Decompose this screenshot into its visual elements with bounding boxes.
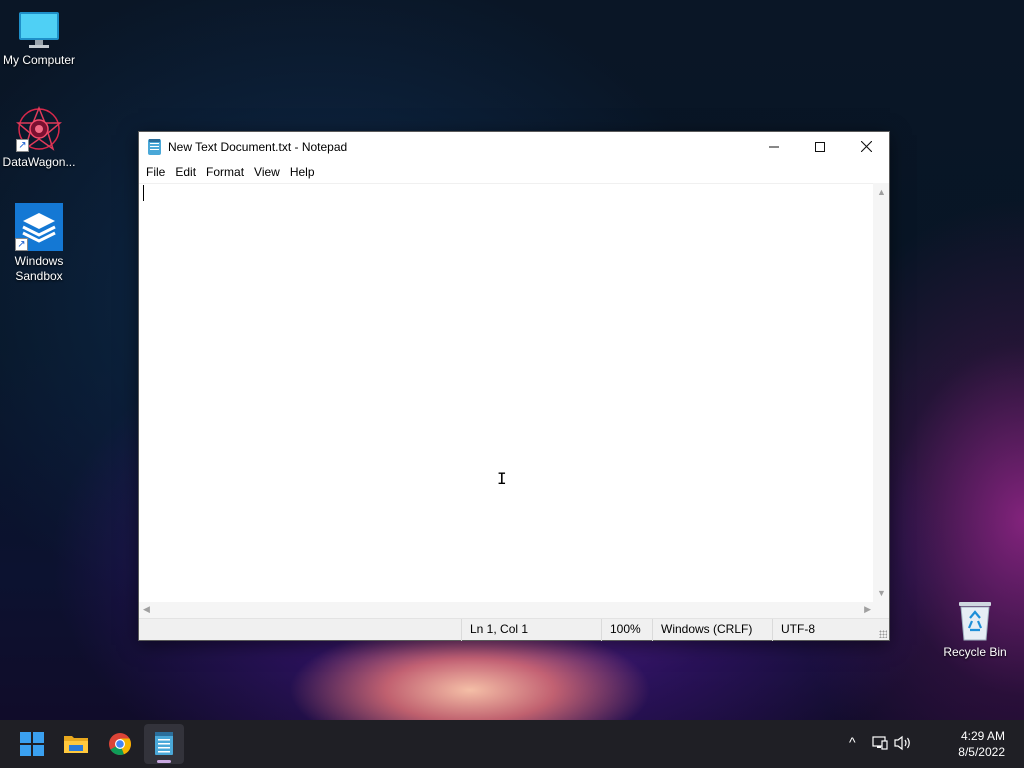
- ibeam-cursor-icon: I: [497, 469, 507, 488]
- chrome-icon: [109, 733, 132, 756]
- menu-bar: File Edit Format View Help: [139, 161, 889, 183]
- status-encoding: UTF-8: [772, 619, 889, 641]
- menu-format[interactable]: Format: [201, 161, 249, 183]
- status-zoom: 100%: [601, 619, 652, 641]
- window-title: New Text Document.txt - Notepad: [168, 139, 348, 154]
- system-tray: ^ 4:29 AM 8/5/2022: [844, 720, 1024, 768]
- recycle-bin-icon: [955, 598, 995, 642]
- network-icon[interactable]: [872, 735, 888, 754]
- shortcut-arrow-icon: ↗: [16, 139, 29, 152]
- status-bar: Ln 1, Col 1 100% Windows (CRLF) UTF-8: [139, 618, 889, 641]
- datawagon-icon: ↗: [15, 105, 63, 152]
- taskbar-notepad[interactable]: [144, 724, 184, 764]
- desktop-icon-label: DataWagon...: [2, 155, 76, 169]
- horizontal-scrollbar[interactable]: ◀ ▶: [139, 602, 875, 618]
- menu-help[interactable]: Help: [285, 161, 320, 183]
- show-hidden-icons-chevron-icon[interactable]: ^: [849, 734, 856, 750]
- clock-date: 8/5/2022: [958, 745, 1005, 759]
- folder-icon: [64, 736, 88, 753]
- scroll-right-icon[interactable]: ▶: [864, 604, 871, 615]
- minimize-icon: [769, 146, 779, 147]
- status-spacer: [139, 619, 461, 641]
- text-caret: [143, 185, 144, 201]
- shortcut-arrow-icon: ↗: [15, 238, 28, 251]
- taskbar: ^ 4:29 AM 8/5/2022: [0, 720, 1024, 768]
- start-button[interactable]: [12, 724, 52, 764]
- scroll-up-icon[interactable]: ▲: [877, 187, 886, 197]
- volume-icon[interactable]: [894, 735, 912, 754]
- notepad-icon: [155, 732, 173, 755]
- windows-logo-icon: [20, 732, 44, 756]
- desktop-icon-windows-sandbox[interactable]: ↗ Windows Sandbox: [0, 203, 78, 284]
- desktop-icon-label: Recycle Bin: [943, 645, 1007, 659]
- desktop-icon-label-line1: Windows: [14, 254, 64, 268]
- close-button[interactable]: [843, 132, 889, 161]
- sandbox-icon: ↗: [15, 203, 63, 251]
- scroll-left-icon[interactable]: ◀: [143, 604, 150, 615]
- resize-grip-icon[interactable]: [879, 630, 887, 638]
- scrollbar-corner: [873, 602, 889, 618]
- maximize-button[interactable]: [797, 132, 843, 161]
- minimize-button[interactable]: [751, 132, 797, 161]
- monitor-icon: [17, 10, 61, 50]
- taskbar-chrome[interactable]: [100, 724, 140, 764]
- text-editor[interactable]: [139, 183, 875, 602]
- menu-edit[interactable]: Edit: [170, 161, 201, 183]
- clock-time: 4:29 AM: [960, 729, 1005, 743]
- status-position: Ln 1, Col 1: [461, 619, 601, 641]
- menu-view[interactable]: View: [249, 161, 285, 183]
- desktop-icon-label-line2: Sandbox: [15, 269, 63, 283]
- notepad-icon: [148, 138, 161, 155]
- desktop-icon-my-computer[interactable]: My Computer: [0, 10, 78, 68]
- title-bar[interactable]: New Text Document.txt - Notepad: [139, 132, 889, 161]
- close-icon: [860, 141, 872, 152]
- desktop-icon-recycle-bin[interactable]: Recycle Bin: [936, 598, 1014, 660]
- desktop-icon-datawagon[interactable]: ↗ DataWagon...: [0, 105, 78, 170]
- window-controls: [751, 132, 889, 161]
- taskbar-file-explorer[interactable]: [56, 724, 96, 764]
- clock[interactable]: 4:29 AM 8/5/2022: [958, 728, 1005, 760]
- scroll-down-icon[interactable]: ▼: [877, 588, 886, 598]
- vertical-scrollbar[interactable]: ▲ ▼: [873, 183, 889, 602]
- maximize-icon: [815, 141, 825, 152]
- status-line-ending: Windows (CRLF): [652, 619, 772, 641]
- desktop-icon-label: My Computer: [2, 53, 76, 67]
- menu-file[interactable]: File: [141, 161, 170, 183]
- notepad-window: New Text Document.txt - Notepad File Edi…: [138, 131, 890, 641]
